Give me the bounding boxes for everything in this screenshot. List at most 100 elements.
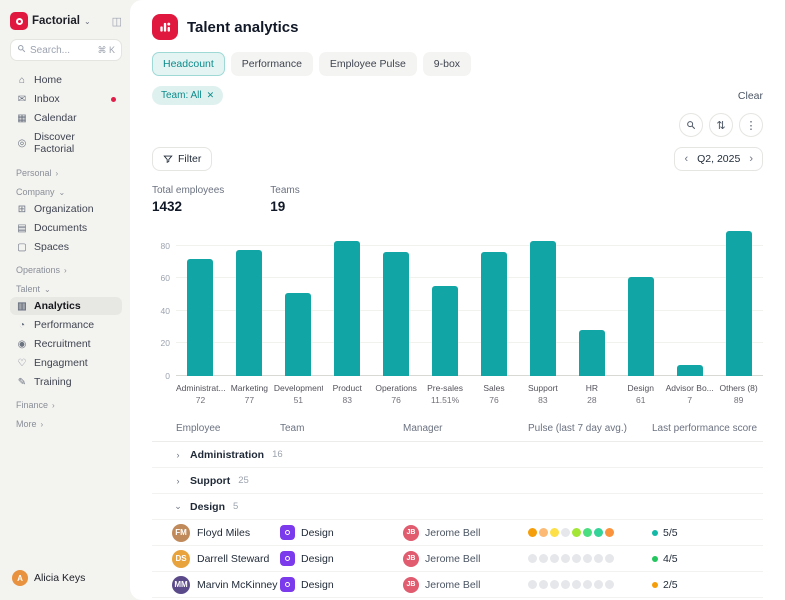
chart-column-operations [372, 252, 421, 376]
previous-period-icon[interactable]: ‹ [684, 154, 688, 165]
bar-marketing[interactable] [236, 250, 262, 376]
section-label: Personal [16, 168, 52, 178]
headcount-bar-chart: 020406080 Administrat...72Marketing77Dev… [152, 226, 763, 405]
section-talent[interactable]: Talent⌄ [10, 284, 122, 294]
tab-performance[interactable]: Performance [231, 52, 313, 76]
category-name: Pre-sales [421, 383, 470, 393]
chevron-down-icon[interactable]: ⌄ [172, 501, 184, 512]
sidebar-item-documents[interactable]: ▤Documents [10, 219, 122, 237]
sidebar-item-home[interactable]: ⌂Home [10, 71, 122, 89]
sidebar-item-calendar[interactable]: ▦Calendar [10, 109, 122, 127]
chevron-down-icon[interactable]: ⌄ [84, 17, 91, 26]
chart-column-administrat [176, 259, 225, 376]
brand-name[interactable]: Factorial [32, 15, 80, 27]
sidebar-item-inbox[interactable]: ✉Inbox [10, 90, 122, 108]
manager-avatar: JB [403, 577, 419, 593]
sidebar-item-engagement[interactable]: ♡Engagment [10, 354, 122, 372]
table-row[interactable]: DSDarrell StewardDesignJBJerome Bell4/5 [152, 546, 763, 572]
section-company[interactable]: Company⌄ [10, 187, 122, 197]
bar-pre-sales[interactable] [432, 286, 458, 376]
clear-filters-button[interactable]: Clear [738, 90, 763, 102]
sidebar-item-performance[interactable]: ◔Performance [10, 316, 122, 334]
documents-icon: ▤ [16, 223, 28, 234]
team-filter-chip[interactable]: Team: All ✕ [152, 86, 223, 105]
sidebar-item-recruitment[interactable]: ◉Recruitment [10, 335, 122, 353]
category-name: Support [518, 383, 567, 393]
training-icon: ✎ [16, 377, 28, 388]
section-personal[interactable]: Personal› [10, 168, 122, 178]
sort-button[interactable]: ⇅ [709, 113, 733, 137]
more-options-button[interactable]: ⋮ [739, 113, 763, 137]
pulse-dot [605, 580, 614, 589]
sidebar-item-organization[interactable]: ⊞Organization [10, 200, 122, 218]
sidebar-item-analytics[interactable]: ▥Analytics [10, 297, 122, 315]
bar-administrat[interactable] [187, 259, 213, 376]
remove-filter-icon[interactable]: ✕ [207, 90, 215, 101]
group-row-administration[interactable]: ›Administration16 [152, 442, 763, 468]
bar-sales[interactable] [481, 252, 507, 376]
group-row-support[interactable]: ›Support25 [152, 468, 763, 494]
filter-button[interactable]: Filter [152, 147, 212, 171]
section-more[interactable]: More› [10, 419, 122, 429]
section-operations[interactable]: Operations› [10, 265, 122, 275]
bar-product[interactable] [334, 241, 360, 376]
pulse-dot [528, 528, 537, 537]
score-dot [652, 582, 658, 588]
bar-advisor-bo[interactable] [677, 365, 703, 376]
next-period-icon[interactable]: › [749, 154, 753, 165]
employees-table: EmployeeTeamManagerPulse (last 7 day avg… [152, 417, 763, 600]
team-ring [285, 582, 290, 587]
recruitment-icon: ◉ [16, 339, 28, 350]
bar-operations[interactable] [383, 252, 409, 376]
column-header-team: Team [280, 423, 403, 434]
pulse-dot [583, 554, 592, 563]
y-axis-label: 40 [152, 306, 170, 316]
bar-development[interactable] [285, 293, 311, 376]
chevron-right-icon[interactable]: › [172, 476, 184, 486]
y-axis-label: 80 [152, 241, 170, 251]
search-table-button[interactable] [679, 113, 703, 137]
category-value: 28 [567, 395, 616, 405]
pulse-cell [528, 580, 652, 589]
pulse-dot [550, 580, 559, 589]
table-row[interactable]: FMFloyd MilesDesignJBJerome Bell5/5 [152, 520, 763, 546]
pulse-dot [605, 554, 614, 563]
pulse-cell [528, 528, 652, 537]
pulse-cell [528, 554, 652, 563]
sidebar-item-label: Discover Factorial [34, 131, 116, 155]
employee-cell: FMFloyd Miles [152, 524, 280, 542]
section-label: More [16, 419, 37, 429]
sidebar-item-spaces[interactable]: ▢Spaces [10, 238, 122, 256]
team-cell: Design [280, 551, 403, 566]
tab-employee-pulse[interactable]: Employee Pulse [319, 52, 417, 76]
search-icon [17, 44, 26, 56]
sidebar-item-discover-factorial[interactable]: ◎Discover Factorial [10, 128, 122, 158]
user-profile[interactable]: A Alicia Keys [10, 566, 122, 590]
pulse-dot [550, 554, 559, 563]
analytics-icon: ▥ [16, 301, 28, 312]
tab-9-box[interactable]: 9-box [423, 52, 471, 76]
bar-others-8[interactable] [726, 231, 752, 376]
pulse-dot [583, 580, 592, 589]
employee-avatar: MM [172, 576, 190, 594]
pulse-dot [594, 554, 603, 563]
group-count: 16 [272, 449, 283, 460]
sidebar-item-training[interactable]: ✎Training [10, 373, 122, 391]
table-row[interactable]: MMMarvin McKinneyDesignJBJerome Bell2/5 [152, 572, 763, 598]
section-finance[interactable]: Finance› [10, 400, 122, 410]
bar-design[interactable] [628, 277, 654, 376]
tab-headcount[interactable]: Headcount [152, 52, 225, 76]
collapse-sidebar-icon[interactable]: ◫ [112, 15, 122, 28]
y-axis-label: 0 [152, 371, 170, 381]
chevron-right-icon[interactable]: › [172, 450, 184, 460]
pulse-dot [550, 528, 559, 537]
bar-hr[interactable] [579, 330, 605, 376]
bar-support[interactable] [530, 241, 556, 376]
team-name: Design [301, 553, 334, 565]
category-value: 89 [714, 395, 763, 405]
group-row-design[interactable]: ⌄Design5 [152, 494, 763, 520]
category-value: 61 [616, 395, 665, 405]
app: Factorial ⌄ ◫ Search... ⌘ K ⌂Home✉Inbox▦… [0, 0, 785, 600]
search-input[interactable]: Search... ⌘ K [10, 39, 122, 61]
talent-analytics-icon [152, 14, 178, 40]
